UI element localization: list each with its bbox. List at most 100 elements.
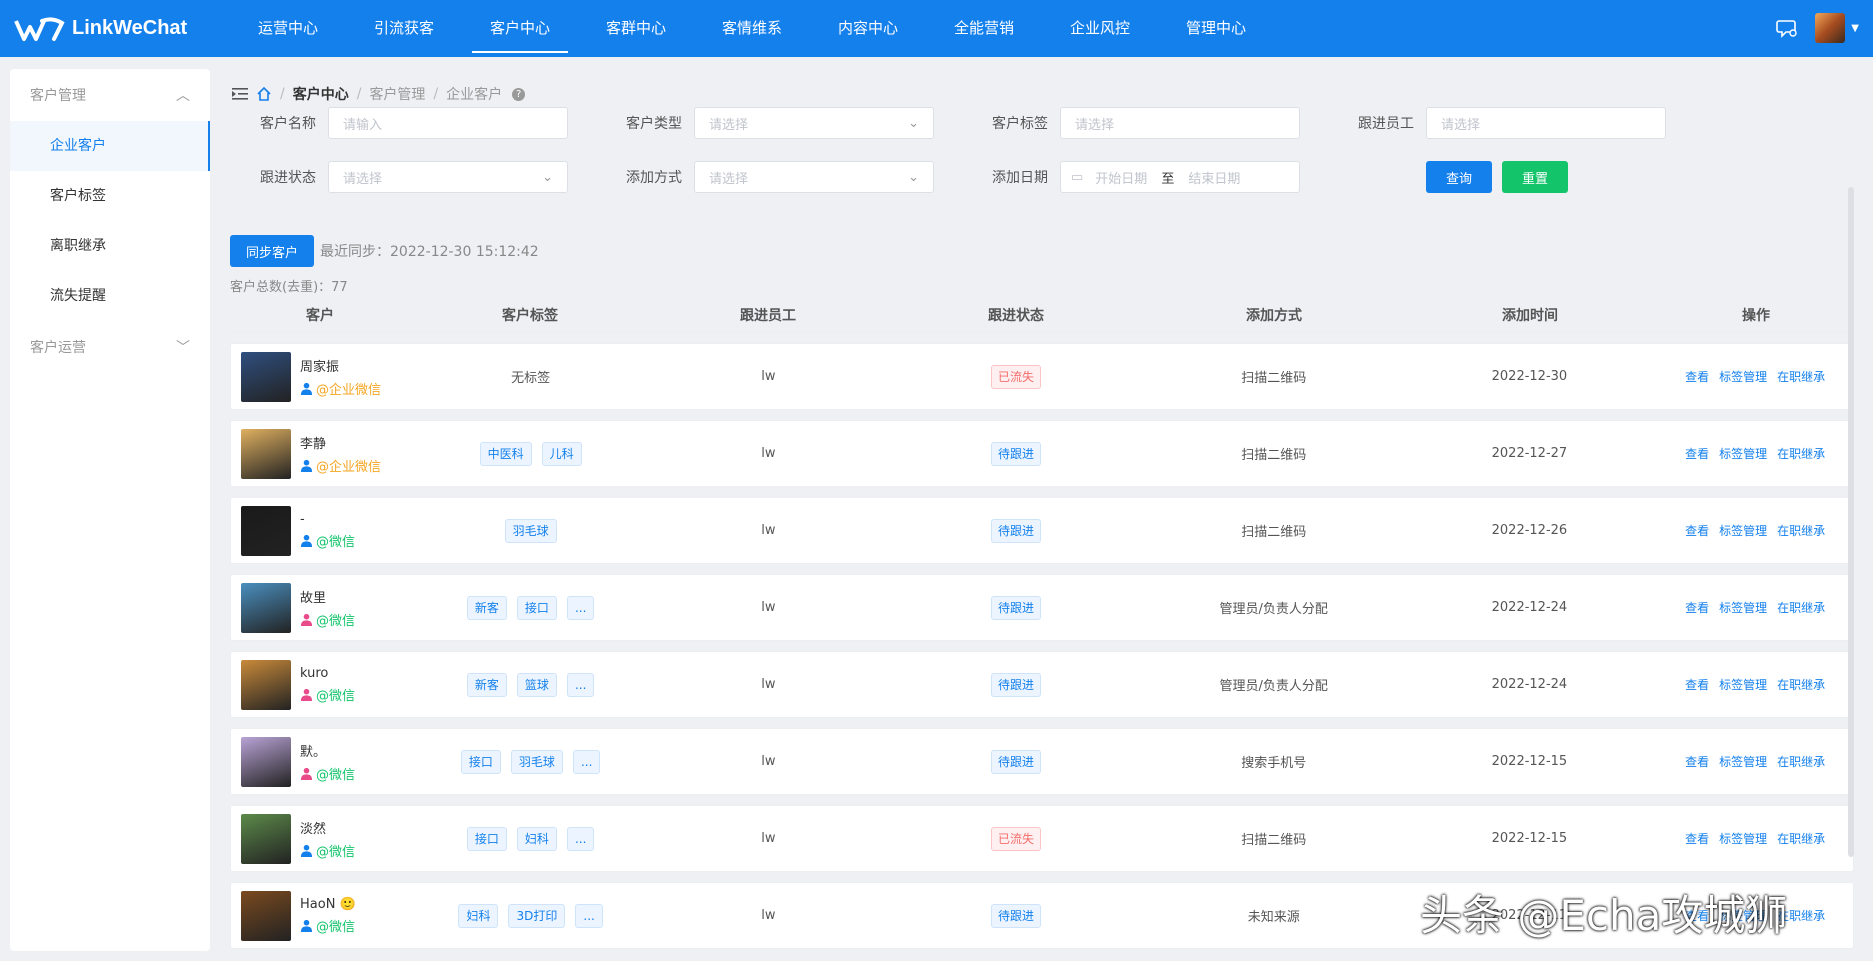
employee-cell: lw: [761, 831, 776, 846]
search-button[interactable]: 查询: [1426, 161, 1493, 193]
main-content: / 客户中心 / 客户管理 / 企业客户 ? 客户名称 请输入 客户类型 请选择…: [222, 69, 1862, 961]
customer-avatar: [241, 736, 291, 787]
customer-name[interactable]: 周家振: [300, 356, 381, 375]
table-row: kuro @微信 新客 篮球... lw 待跟进 管理员/负责人分配 2022-12-24 查看…: [230, 651, 1854, 718]
op-link[interactable]: 标签管理: [1719, 753, 1767, 770]
op-link[interactable]: 在职继承: [1777, 522, 1825, 539]
op-link[interactable]: 标签管理: [1719, 599, 1767, 616]
customer-name-input[interactable]: 请输入: [328, 107, 568, 139]
customer-tag[interactable]: ...: [575, 903, 603, 928]
add-time-cell: 2022-12-30: [1491, 369, 1568, 384]
op-link[interactable]: 在职继承: [1777, 445, 1825, 462]
customer-tag[interactable]: ...: [572, 749, 601, 774]
nav-item[interactable]: 客情维系: [694, 0, 810, 57]
op-link[interactable]: 在职继承: [1777, 753, 1825, 770]
customer-source: @微信: [316, 613, 356, 629]
op-link[interactable]: 查看: [1685, 445, 1709, 462]
op-link[interactable]: 标签管理: [1719, 445, 1767, 462]
op-link[interactable]: 在职继承: [1777, 676, 1825, 693]
sidebar-group-customer-management[interactable]: 客户管理 ︿: [10, 69, 210, 121]
op-link[interactable]: 查看: [1685, 753, 1709, 770]
op-link[interactable]: 查看: [1685, 599, 1709, 616]
op-link[interactable]: 查看: [1685, 522, 1709, 539]
add-way-select[interactable]: 请选择 ⌄: [694, 161, 934, 193]
op-link[interactable]: 标签管理: [1719, 830, 1767, 847]
sync-customer-button[interactable]: 同步客户: [230, 235, 315, 267]
customer-tag[interactable]: ...: [566, 826, 595, 851]
employee-cell: lw: [761, 600, 776, 615]
scrollbar[interactable]: [1848, 187, 1854, 857]
employee-cell: lw: [761, 523, 776, 538]
chat-icon[interactable]: [1775, 16, 1799, 40]
customer-name[interactable]: 默。: [300, 741, 355, 760]
customer-type-select[interactable]: 请选择 ⌄: [694, 107, 934, 139]
chevron-down-icon[interactable]: ▼: [1851, 23, 1859, 34]
sidebar-item[interactable]: 企业客户: [10, 121, 210, 171]
home-icon[interactable]: [256, 86, 272, 102]
breadcrumb-item[interactable]: 客户中心: [293, 84, 349, 104]
customer-name[interactable]: HaoN 🙂: [300, 897, 356, 912]
employee-cell: lw: [761, 677, 776, 692]
nav-item[interactable]: 内容中心: [810, 0, 926, 57]
add-time-cell: 2022-12-24: [1491, 600, 1568, 615]
op-link[interactable]: 标签管理: [1719, 522, 1767, 539]
table-row: 故里 @微信 新客 接口... lw 待跟进 管理员/负责人分配 2022-12-24 查看 标签…: [230, 574, 1854, 641]
op-link[interactable]: 在职继承: [1777, 368, 1825, 385]
nav-item[interactable]: 客群中心: [578, 0, 694, 57]
customer-source: @企业微信: [316, 382, 382, 398]
filter-row-1: 客户名称 请输入 客户类型 请选择 ⌄ 客户标签 请选择 跟进员工 请选择: [222, 107, 1680, 139]
nav-item[interactable]: 全能营销: [926, 0, 1042, 57]
calendar-icon: ▭: [1071, 169, 1084, 185]
status-badge: 待跟进: [991, 441, 1042, 466]
customer-name[interactable]: kuro: [300, 666, 355, 681]
op-link[interactable]: 标签管理: [1719, 368, 1767, 385]
reset-button[interactable]: 重置: [1502, 161, 1569, 193]
sidebar-item[interactable]: 离职继承: [10, 221, 210, 271]
add-date-range[interactable]: ▭ 开始日期 至 结束日期: [1060, 161, 1300, 193]
customer-tag: 接口: [460, 749, 501, 774]
add-way-cell: 搜索手机号: [1241, 756, 1307, 771]
user-avatar[interactable]: [1815, 13, 1846, 43]
nav-item[interactable]: 引流获客: [346, 0, 462, 57]
person-icon: [300, 844, 313, 857]
customer-name[interactable]: -: [300, 512, 355, 527]
column-header: 添加时间: [1502, 307, 1558, 324]
op-link[interactable]: 查看: [1685, 830, 1709, 847]
customer-name[interactable]: 淡然: [300, 818, 355, 837]
help-icon[interactable]: ?: [512, 87, 526, 101]
no-tag-text: 无标签: [511, 371, 551, 386]
employee-select[interactable]: 请选择: [1426, 107, 1666, 139]
op-link[interactable]: 在职继承: [1777, 830, 1825, 847]
nav-item[interactable]: 运营中心: [230, 0, 346, 57]
breadcrumb-item[interactable]: 客户管理: [369, 84, 425, 104]
customer-tag: 妇科: [516, 826, 557, 851]
customer-tag[interactable]: ...: [566, 672, 595, 697]
customer-name[interactable]: 李静: [300, 433, 381, 452]
customer-table: 周家振 @企业微信 无标签 lw 已流失 扫描二维码 2022-12-30 查看 标签管理 在职继…: [230, 343, 1854, 959]
follow-status-select[interactable]: 请选择 ⌄: [328, 161, 568, 193]
sidebar-item[interactable]: 流失提醒: [10, 271, 210, 321]
op-link[interactable]: 查看: [1685, 368, 1709, 385]
op-link[interactable]: 在职继承: [1777, 599, 1825, 616]
table-row: 淡然 @微信 接口 妇科... lw 已流失 扫描二维码 2022-12-15 查看 标签管理 在职…: [230, 805, 1854, 872]
app-logo[interactable]: LinkWeChat: [0, 15, 230, 43]
nav-item[interactable]: 企业风控: [1042, 0, 1158, 57]
nav-item[interactable]: 客户中心: [462, 0, 578, 57]
customer-tag-select[interactable]: 请选择: [1060, 107, 1300, 139]
customer-tag: 接口: [516, 595, 557, 620]
sidebar-group-customer-operation[interactable]: 客户运营 ﹀: [10, 321, 210, 373]
customer-tag: 新客: [466, 595, 507, 620]
chevron-down-icon: ﹀: [176, 340, 190, 356]
sidebar-item[interactable]: 客户标签: [10, 171, 210, 221]
customer-tag[interactable]: ...: [566, 595, 595, 620]
add-time-cell: 2022-12-27: [1491, 446, 1568, 461]
customer-total: 客户总数(去重)：77: [230, 280, 348, 295]
customer-avatar: [241, 351, 291, 402]
customer-name[interactable]: 故里: [300, 587, 355, 606]
menu-fold-icon[interactable]: [232, 87, 248, 101]
op-link[interactable]: 标签管理: [1719, 676, 1767, 693]
status-badge: 已流失: [991, 364, 1042, 389]
employee-cell: lw: [761, 369, 776, 384]
op-link[interactable]: 查看: [1685, 676, 1709, 693]
nav-item[interactable]: 管理中心: [1158, 0, 1274, 57]
